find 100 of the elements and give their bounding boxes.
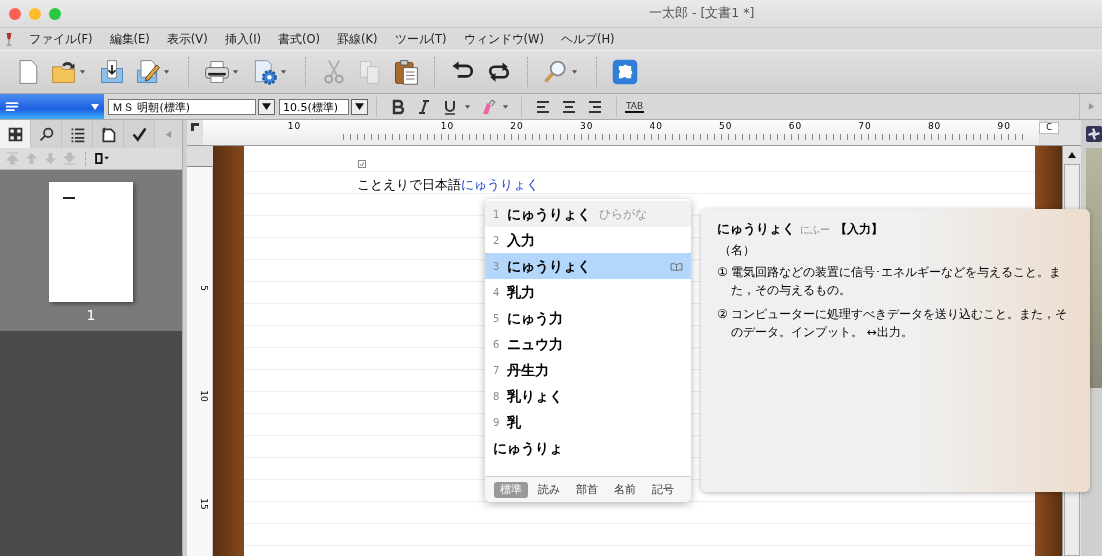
ruler-label: 50 <box>718 120 734 132</box>
menu-item[interactable]: 挿入(I) <box>216 31 271 47</box>
menu-item[interactable]: 表示(V) <box>158 31 217 47</box>
wine-glass-icon <box>5 31 13 47</box>
font-size-field[interactable]: 10.5(標準) <box>279 98 349 115</box>
app-icon[interactable] <box>1086 126 1102 142</box>
menu-item[interactable]: ヘルプ(H) <box>552 31 624 47</box>
candidate-text: 乳 <box>507 413 521 431</box>
page-layout-icon[interactable] <box>95 153 110 164</box>
candidate-tab[interactable]: 部首 <box>570 481 604 498</box>
ruler-label: 5 <box>197 285 209 291</box>
page-number: 1 <box>86 307 96 323</box>
tab-button[interactable]: TAB <box>625 100 645 113</box>
align-center-icon[interactable] <box>561 98 577 115</box>
style-dropdown[interactable] <box>0 94 104 119</box>
sidebar-tab[interactable] <box>62 120 93 148</box>
candidate-text: 乳りょく <box>507 387 563 405</box>
page-thumbnail[interactable] <box>49 182 133 302</box>
candidate-tab[interactable]: 読み <box>532 481 566 498</box>
ruler-label: 40 <box>648 120 664 132</box>
candidate-text: にゅうりょ <box>493 439 563 457</box>
menu-item[interactable]: 編集(E) <box>101 31 159 47</box>
ruler-label: 70 <box>857 120 873 132</box>
highlighter-icon[interactable] <box>480 98 496 115</box>
underline-icon[interactable] <box>442 98 458 115</box>
candidate-number: 9 <box>493 416 499 428</box>
ruler-label: 60 <box>787 120 804 132</box>
ruler-label: 20 <box>509 120 525 132</box>
menu-item[interactable]: ファイル(F) <box>21 31 102 47</box>
menu-item[interactable]: 書式(O) <box>270 31 330 47</box>
search-icon <box>37 125 55 143</box>
sidebar-tab[interactable] <box>31 120 62 148</box>
ruler-label: 10 <box>197 390 209 402</box>
caret-icon <box>355 103 364 110</box>
caret-icon <box>232 69 239 75</box>
puzzle-icon <box>611 58 639 86</box>
candidate-item[interactable]: 6 ニュウ力 <box>485 331 691 357</box>
align-left-icon[interactable] <box>535 98 551 115</box>
caret-icon <box>262 103 271 110</box>
candidate-tab[interactable]: 記号 <box>646 481 680 498</box>
ruler-label: 80 <box>926 120 943 132</box>
italic-icon[interactable] <box>416 98 432 115</box>
align-right-icon[interactable] <box>587 98 603 115</box>
dropdown-button[interactable] <box>258 98 275 115</box>
part-of-speech: （名） <box>718 242 756 259</box>
candidate-item[interactable]: 3 にゅうりょく <box>485 253 691 279</box>
menu-item[interactable]: 罫線(K) <box>329 31 387 47</box>
window-title: 一太郎 - [文書1 *] <box>648 5 755 22</box>
candidate-text: 丹生力 <box>507 361 549 379</box>
candidate-item[interactable]: にゅうりょ <box>485 435 691 461</box>
sidebar-tab[interactable] <box>124 120 155 148</box>
sidebar-tab[interactable] <box>93 120 124 148</box>
lines-icon <box>5 101 19 112</box>
edit-icon <box>134 58 162 86</box>
ruler-label: 10 <box>439 120 456 132</box>
candidate-item[interactable]: 1 にゅうりょく ひらがな <box>485 201 691 227</box>
sense-number: ① <box>717 264 728 281</box>
caret-icon <box>280 69 287 75</box>
candidate-item[interactable]: 7 丹生力 <box>485 357 691 383</box>
paragraph-mark-icon <box>358 160 366 168</box>
candidate-text: にゅうりょく <box>507 257 591 275</box>
bold-icon[interactable] <box>390 98 406 115</box>
scroll-up-icon[interactable] <box>1067 151 1077 159</box>
candidate-number: 3 <box>493 260 499 272</box>
candidate-number: 7 <box>493 364 499 376</box>
candidate-note: ひらがな <box>599 205 647 223</box>
candidate-tab[interactable]: 名前 <box>608 481 642 498</box>
candidate-text: ニュウ力 <box>507 335 563 353</box>
import-icon <box>98 58 126 86</box>
sense-number: ② <box>717 306 728 323</box>
menu-item[interactable]: ウィンドウ(W) <box>455 31 553 47</box>
menu-item[interactable]: ツール(T) <box>386 31 456 47</box>
headword: にゅうりょく <box>717 221 795 238</box>
caret-icon[interactable] <box>502 103 509 110</box>
candidate-item[interactable]: 9 乳 <box>485 409 691 435</box>
candidate-number: 4 <box>493 286 499 298</box>
tab-stop-icon[interactable] <box>189 122 200 132</box>
candidate-item[interactable]: 8 乳りょく <box>485 383 691 409</box>
candidate-item[interactable]: 4 乳力 <box>485 279 691 305</box>
caret-icon[interactable] <box>464 103 471 110</box>
sense-text: コンピューターに処理すべきデータを送り込むこと。また，そのデータ。インプット。 ↔出力。 <box>730 306 1068 341</box>
document-text: ことえりで日本語にゅうりょく <box>357 176 540 194</box>
font-field[interactable]: ＭＳ 明朝(標準) <box>108 98 256 115</box>
pitch-reading: にふー <box>800 223 830 237</box>
print-icon <box>203 58 231 86</box>
candidate-item[interactable]: 2 入力 <box>485 227 691 253</box>
caret-icon <box>91 103 99 110</box>
headword-kanji: 【入力】 <box>835 222 883 237</box>
candidate-number: 5 <box>493 312 499 324</box>
ruler-label: 30 <box>578 120 595 132</box>
candidate-number: 1 <box>493 208 499 220</box>
caret-icon <box>571 69 578 75</box>
sense-text: 電気回路などの装置に信号･エネルギーなどを与えること。また，その与えるもの。 <box>730 264 1062 299</box>
candidate-item[interactable]: 5 にゅう力 <box>485 305 691 331</box>
ruler-label: 15 <box>197 498 209 510</box>
candidate-number: 2 <box>493 234 499 246</box>
sidebar-tab[interactable] <box>0 120 31 148</box>
paste-icon <box>392 58 420 86</box>
ruler-button[interactable]: C <box>1039 122 1059 134</box>
dropdown-button[interactable] <box>351 98 368 115</box>
